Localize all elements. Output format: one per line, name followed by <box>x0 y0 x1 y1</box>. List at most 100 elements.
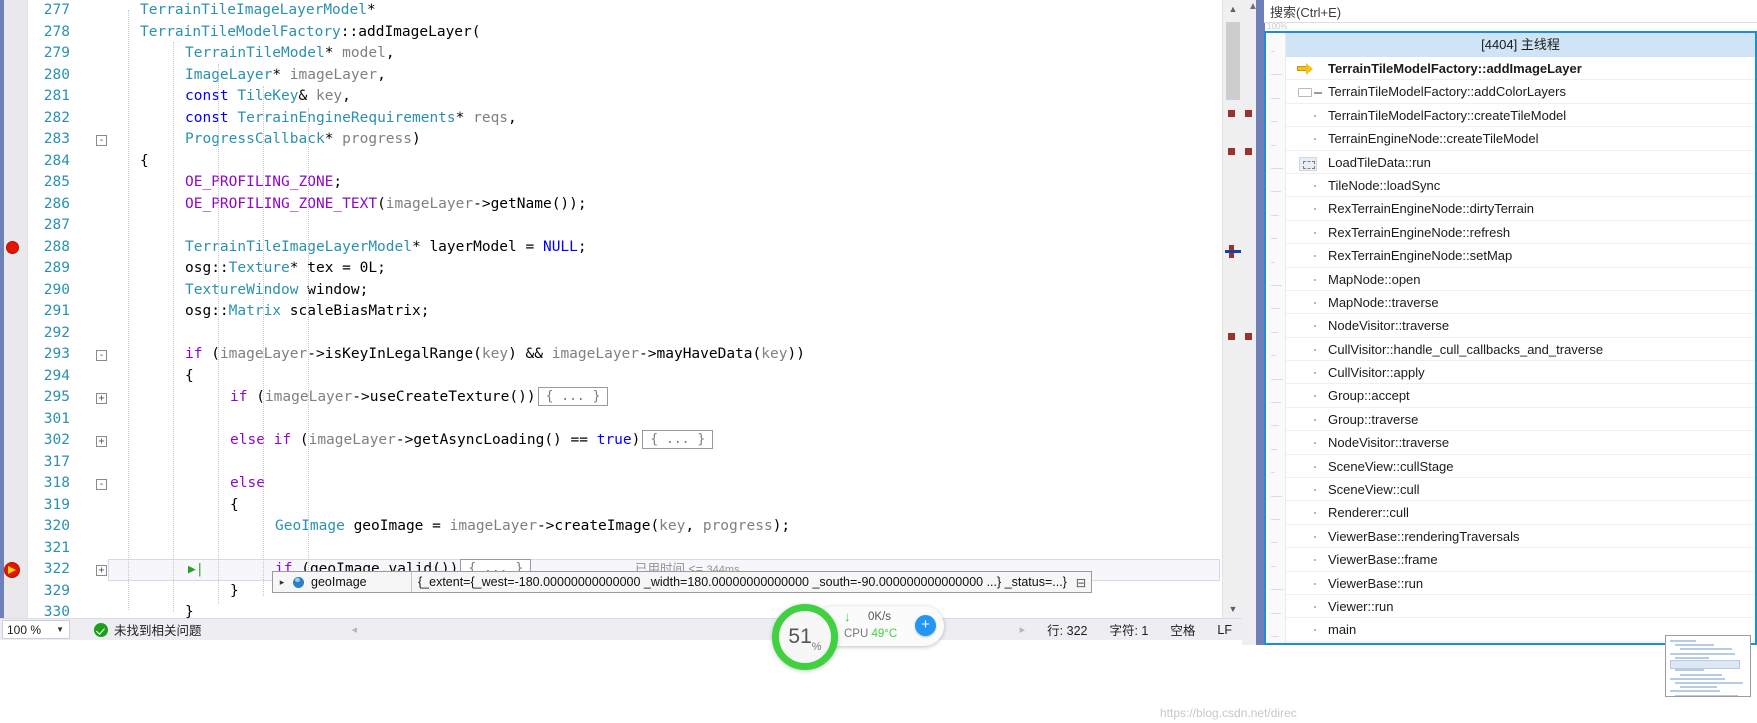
collapsed-block-chip[interactable]: { ... } <box>642 430 714 449</box>
fold-expand-icon[interactable]: + <box>96 564 107 576</box>
code-line[interactable]: 283 - ProgressCallback* progress) <box>0 129 1222 151</box>
code-text: TextureWindow window; <box>185 280 368 302</box>
zoom-level-value: 100 % <box>7 622 42 637</box>
code-line[interactable]: 317 <box>0 452 1222 474</box>
code-line[interactable]: 286 OE_PROFILING_ZONE_TEXT(imageLayer->ge… <box>0 194 1222 216</box>
code-line[interactable]: 284 { <box>0 151 1222 173</box>
code-line[interactable]: 282 const TerrainEngineRequirements* reqs… <box>0 108 1222 130</box>
fold-collapse-icon[interactable]: - <box>96 134 107 146</box>
system-monitor-widget[interactable]: ↓ 0K/s CPU 49°C + 51 % <box>772 604 944 670</box>
scroll-up-arrow-icon[interactable]: ▲ <box>1223 0 1243 18</box>
code-line[interactable]: 319 { <box>0 495 1222 517</box>
code-line[interactable]: 277 TerrainTileImageLayerModel* <box>0 0 1222 22</box>
code-line[interactable]: 294 { <box>0 366 1222 388</box>
code-line[interactable]: 281 const TileKey& key, <box>0 86 1222 108</box>
minimap-tick <box>1271 214 1279 216</box>
code-line[interactable]: 280 ImageLayer* imageLayer, <box>0 65 1222 87</box>
call-stack-frame[interactable]: CullVisitor::apply <box>1286 361 1755 385</box>
call-stack-frame[interactable]: SceneView::cull <box>1286 478 1755 502</box>
call-stack-frame[interactable]: RexTerrainEngineNode::dirtyTerrain <box>1286 197 1755 221</box>
code-text: { <box>185 366 194 388</box>
code-editor[interactable]: 277 TerrainTileImageLayerModel* 278 Terrain… <box>0 0 1222 618</box>
code-line[interactable]: 288 TerrainTileImageLayerModel* layerMode… <box>0 237 1222 259</box>
code-minimap[interactable]: 100% <box>1266 22 1287 643</box>
code-line[interactable]: 278 TerrainTileModelFactory::addImageLaye… <box>0 22 1222 44</box>
code-token: ImageLayer <box>185 66 273 83</box>
scroll-down-arrow-icon[interactable]: ▼ <box>1223 600 1243 618</box>
zoom-level-combobox[interactable]: 100 % ▼ <box>2 620 70 639</box>
fold-expand-icon[interactable]: + <box>96 435 107 447</box>
code-line[interactable]: 289 osg::Texture* tex = 0L; <box>0 258 1222 280</box>
code-token: ( <box>473 346 482 362</box>
nav-next-icon[interactable]: ▸ <box>1020 623 1026 636</box>
chevron-down-icon[interactable]: ▼ <box>56 625 64 634</box>
call-stack-list[interactable]: [4404] 主线程 TerrainTileModelFactory::addI… <box>1286 33 1755 643</box>
code-token: ( <box>471 23 481 40</box>
call-stack-frame[interactable]: ViewerBase::frame <box>1286 548 1755 572</box>
code-line[interactable]: 287 <box>0 215 1222 237</box>
call-stack-frame[interactable]: Renderer::cull <box>1286 501 1755 525</box>
call-stack-frame[interactable]: RexTerrainEngineNode::refresh <box>1286 221 1755 245</box>
fold-collapse-icon[interactable]: - <box>96 478 107 490</box>
code-token: model <box>342 45 386 61</box>
call-stack-frame[interactable]: TileNode::loadSync <box>1286 174 1755 198</box>
code-line[interactable]: 291 osg::Matrix scaleBiasMatrix; <box>0 301 1222 323</box>
cpu-usage-ring[interactable]: 51 % <box>772 604 838 670</box>
line-number: 287 <box>43 217 70 233</box>
code-line[interactable]: 301 <box>0 409 1222 431</box>
current-statement-arrow-icon[interactable] <box>4 562 20 578</box>
code-token: ( <box>752 346 762 362</box>
debug-datatip[interactable]: ▸ geoImage {_extent={_west=-180.00000000… <box>272 571 1092 593</box>
frame-dot-marker <box>1314 231 1316 234</box>
datatip-expander-icon[interactable]: ▸ <box>273 577 291 588</box>
thumbnail-code-line <box>1680 648 1732 651</box>
call-stack-frame[interactable]: TerrainTileModelFactory::addColorLayers <box>1286 80 1755 104</box>
fold-collapse-icon[interactable]: - <box>96 349 107 361</box>
code-token: , <box>385 45 395 61</box>
code-token: TerrainEngineRequirements <box>237 109 456 126</box>
code-preview-thumbnail[interactable] <box>1665 635 1751 697</box>
editor-vertical-scrollbar[interactable]: ▲ ▼ <box>1222 0 1242 618</box>
call-stack-frame[interactable]: CullVisitor::handle_cull_callbacks_and_t… <box>1286 338 1755 362</box>
call-stack-frame[interactable]: NodeVisitor::traverse <box>1286 314 1755 338</box>
code-token: * <box>289 260 308 276</box>
line-number: 330 <box>43 604 70 618</box>
code-line[interactable]: 318 - else <box>0 473 1222 495</box>
datatip-pin-icon[interactable]: ⊟ <box>1071 575 1091 590</box>
call-stack-frame[interactable]: Group::accept <box>1286 384 1755 408</box>
code-line[interactable]: 302 + else if (imageLayer->getAsyncLoading… <box>0 430 1222 452</box>
add-monitor-button[interactable]: + <box>915 615 936 636</box>
code-line[interactable]: 285 OE_PROFILING_ZONE; <box>0 172 1222 194</box>
call-stack-frame[interactable]: Group::traverse <box>1286 408 1755 432</box>
run-to-click-icon[interactable]: ▶| <box>188 563 204 577</box>
scrollbar-thumb[interactable] <box>1226 22 1240 100</box>
code-line[interactable]: 320 GeoImage geoImage = imageLayer->creat… <box>0 516 1222 538</box>
code-line[interactable]: 295 + if (imageLayer->useCreateTexture()){… <box>0 387 1222 409</box>
search-input[interactable]: 搜索(Ctrl+E) <box>1264 0 1757 23</box>
code-line[interactable]: 321 <box>0 538 1222 560</box>
call-stack-frame[interactable]: LoadTileData::run <box>1286 151 1755 174</box>
code-token: , <box>342 88 351 104</box>
code-token: ; <box>577 238 587 255</box>
collapsed-block-chip[interactable]: { ... } <box>537 387 609 406</box>
call-stack-frame[interactable]: Viewer::run <box>1286 595 1755 619</box>
code-line[interactable]: 330} <box>0 602 1222 618</box>
call-stack-frame[interactable]: TerrainTileModelFactory::createTileModel <box>1286 104 1755 128</box>
call-stack-frame-label: SceneView::cull <box>1328 482 1420 498</box>
call-stack-frame[interactable]: RexTerrainEngineNode::setMap <box>1286 244 1755 268</box>
call-stack-frame[interactable]: TerrainEngineNode::createTileModel <box>1286 127 1755 151</box>
breakpoint-icon[interactable] <box>6 240 19 254</box>
call-stack-frame[interactable]: ViewerBase::renderingTraversals <box>1286 525 1755 549</box>
call-stack-frame[interactable]: MapNode::open <box>1286 268 1755 291</box>
call-stack-frame[interactable]: TerrainTileModelFactory::addImageLayer <box>1286 57 1755 81</box>
call-stack-frame[interactable]: MapNode::traverse <box>1286 291 1755 315</box>
call-stack-frame[interactable]: ViewerBase::run <box>1286 572 1755 595</box>
code-line[interactable]: 293- if (imageLayer->isKeyInLegalRange(ke… <box>0 344 1222 366</box>
code-line[interactable]: 292 <box>0 323 1222 345</box>
call-stack-frame[interactable]: NodeVisitor::traverse <box>1286 431 1755 455</box>
nav-prev-icon[interactable]: ◂ <box>352 623 358 636</box>
code-line[interactable]: 279 TerrainTileModel* model, <box>0 43 1222 65</box>
fold-expand-icon[interactable]: + <box>96 392 107 404</box>
code-line[interactable]: 290 TextureWindow window; <box>0 280 1222 302</box>
call-stack-frame[interactable]: SceneView::cullStage <box>1286 455 1755 479</box>
